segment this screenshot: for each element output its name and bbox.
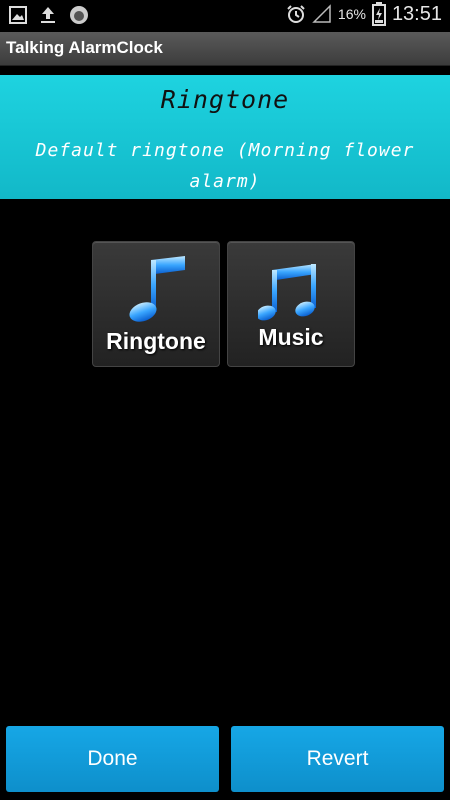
battery-percent: 16% — [337, 6, 366, 22]
gallery-icon — [8, 5, 28, 25]
upload-icon — [38, 5, 58, 25]
clock: 13:51 — [391, 2, 442, 25]
alarm-icon — [286, 4, 306, 24]
app-title: Talking AlarmClock — [6, 38, 163, 57]
status-bar: 16% 13:51 — [0, 0, 450, 32]
header-title: Ringtone — [160, 85, 290, 114]
done-button[interactable]: Done — [6, 726, 219, 792]
music-option-button[interactable]: Music — [227, 241, 355, 367]
music-note-icon — [256, 254, 324, 329]
header-subtitle: Default ringtone (Morning flower alarm) — [35, 140, 415, 192]
signal-icon — [312, 4, 332, 24]
ringtone-option-label: Ringtone — [106, 328, 206, 354]
ringtone-option-button[interactable]: Ringtone — [92, 241, 220, 367]
app-icon — [68, 4, 90, 26]
revert-button[interactable]: Revert — [231, 726, 444, 792]
music-note-icon — [123, 254, 189, 329]
ringtone-header: Ringtone Default ringtone (Morning flowe… — [0, 75, 450, 199]
app-titlebar: Talking AlarmClock — [0, 32, 450, 66]
battery-icon — [371, 2, 386, 26]
music-option-label: Music — [258, 324, 324, 350]
